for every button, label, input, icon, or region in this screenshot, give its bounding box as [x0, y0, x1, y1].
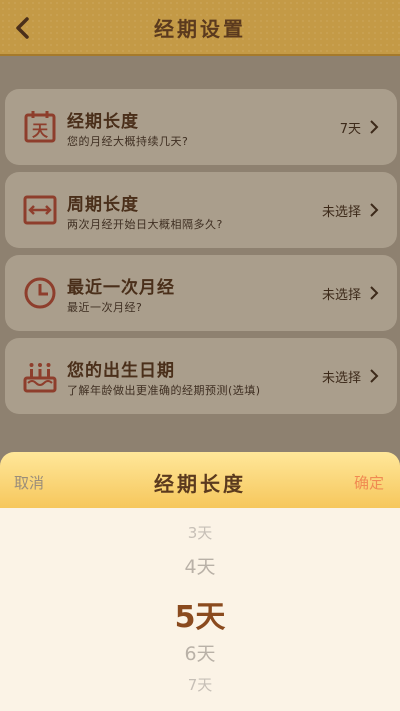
picker-option[interactable]: 4天: [0, 552, 400, 579]
picker-option[interactable]: 3天: [0, 522, 400, 543]
picker-option[interactable]: 7天: [0, 674, 400, 695]
clock-icon: [24, 277, 56, 309]
card-title: 周期长度: [67, 195, 139, 215]
chevron-right-icon: [370, 369, 379, 383]
birthday-cake-icon: [23, 363, 57, 393]
cycle-length-card[interactable]: 周期长度 两次月经开始日大概相隔多久? 未选择: [5, 172, 397, 248]
calendar-icon: 天: [24, 111, 56, 143]
chevron-right-icon: [370, 286, 379, 300]
birth-date-card[interactable]: 您的出生日期 了解年龄做出更准确的经期预测(选填) 未选择: [5, 338, 397, 414]
card-subtitle: 最近一次月经?: [67, 301, 143, 314]
card-title: 最近一次月经: [67, 278, 175, 298]
back-arrow-icon[interactable]: [12, 16, 34, 40]
picker-toolbar: 取消 经期长度 确定: [0, 452, 400, 508]
picker-option[interactable]: 6天: [0, 639, 400, 666]
last-period-card[interactable]: 最近一次月经 最近一次月经? 未选择: [5, 255, 397, 331]
svg-text:天: 天: [32, 121, 49, 140]
chevron-right-icon: [370, 203, 379, 217]
confirm-button[interactable]: 确定: [354, 472, 384, 493]
card-title: 经期长度: [67, 112, 139, 132]
card-value: 未选择: [321, 205, 361, 220]
picker-title: 经期长度: [154, 472, 246, 496]
picker-option-selected[interactable]: 5天: [0, 592, 400, 636]
settings-list: 天 经期长度 您的月经大概持续几天? 7天 周期长度 两次月经开始日大概相隔多久…: [0, 58, 400, 453]
picker-sheet: 取消 经期长度 确定 3天 4天 5天 6天 7天: [0, 452, 400, 711]
cycle-range-icon: [23, 195, 57, 225]
chevron-right-icon: [370, 120, 379, 134]
page-title: 经期设置: [154, 16, 246, 41]
card-subtitle: 两次月经开始日大概相隔多久?: [67, 218, 223, 231]
card-title: 您的出生日期: [67, 361, 175, 381]
top-bar: 经期设置: [0, 0, 400, 56]
card-value: 未选择: [321, 288, 361, 303]
card-subtitle: 了解年龄做出更准确的经期预测(选填): [67, 384, 261, 397]
card-value: 未选择: [321, 371, 361, 386]
period-length-card[interactable]: 天 经期长度 您的月经大概持续几天? 7天: [5, 89, 397, 165]
card-value: 7天: [339, 122, 361, 137]
card-subtitle: 您的月经大概持续几天?: [67, 135, 189, 148]
day-picker-wheel[interactable]: 3天 4天 5天 6天 7天: [0, 508, 400, 711]
